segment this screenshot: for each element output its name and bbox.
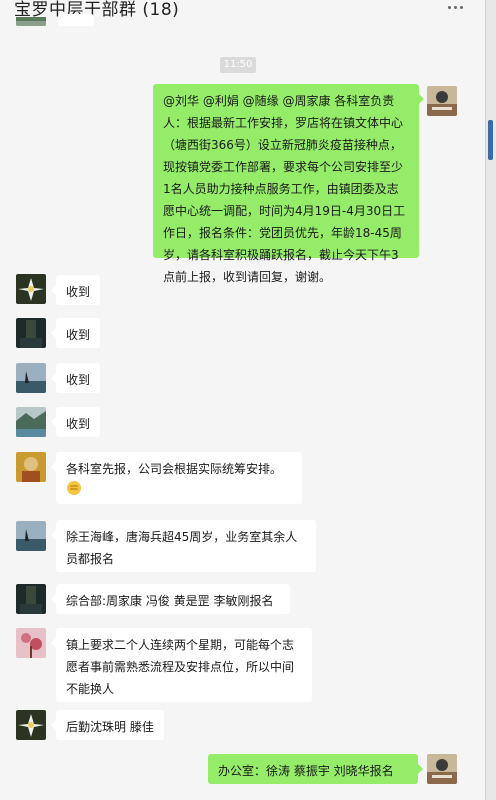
message-bubble: 除王海峰，唐海兵超45周岁，业务室其余人员都报名 bbox=[51, 520, 316, 572]
message-bubble: 后勤沈珠明 滕佳 bbox=[51, 710, 164, 740]
message-bubble: 综合部:周家康 冯俊 黄是罡 李敏刚报名 bbox=[51, 584, 290, 614]
time-divider: 11:50 bbox=[220, 57, 256, 73]
message-bubble: 收到 bbox=[51, 363, 100, 393]
message-text: 各科室先报，公司会根据实际统筹安排。 bbox=[66, 462, 283, 476]
avatar-member-1[interactable] bbox=[16, 274, 46, 304]
scrollbar[interactable] bbox=[485, 0, 496, 800]
message-bubble: 收到 bbox=[51, 275, 100, 305]
partial-bubble bbox=[58, 14, 94, 26]
avatar-member-4[interactable] bbox=[16, 407, 46, 437]
avatar-self[interactable] bbox=[427, 86, 457, 116]
avatar-member-3[interactable] bbox=[16, 363, 46, 393]
avatar-member-1[interactable] bbox=[16, 710, 46, 740]
avatar-self[interactable] bbox=[427, 754, 457, 784]
avatar-member-5[interactable] bbox=[16, 452, 46, 482]
scroll-thumb[interactable] bbox=[488, 120, 493, 160]
fist-icon bbox=[66, 480, 292, 500]
message-bubble: 各科室先报，公司会根据实际统筹安排。 bbox=[51, 452, 302, 504]
avatar-member-6[interactable] bbox=[16, 628, 46, 658]
message-bubble-self: @刘华 @利娟 @随缘 @周家康 各科室负责人：根据最新工作安排，罗店将在镇文体… bbox=[153, 84, 424, 284]
avatar-member-3[interactable] bbox=[16, 521, 46, 551]
message-bubble: 收到 bbox=[51, 318, 100, 348]
message-bubble-self: 办公室：徐涛 蔡振宇 刘晓华报名 bbox=[208, 754, 423, 784]
message-bubble: 收到 bbox=[51, 407, 100, 437]
avatar-member-2[interactable] bbox=[16, 584, 46, 614]
more-options-icon[interactable] bbox=[448, 2, 466, 12]
message-bubble: 镇上要求二个人连续两个星期，可能每个志愿者事前需熟悉流程及安排点位，所以中间不能… bbox=[51, 628, 312, 702]
avatar[interactable] bbox=[16, 14, 46, 26]
avatar-member-2[interactable] bbox=[16, 318, 46, 348]
